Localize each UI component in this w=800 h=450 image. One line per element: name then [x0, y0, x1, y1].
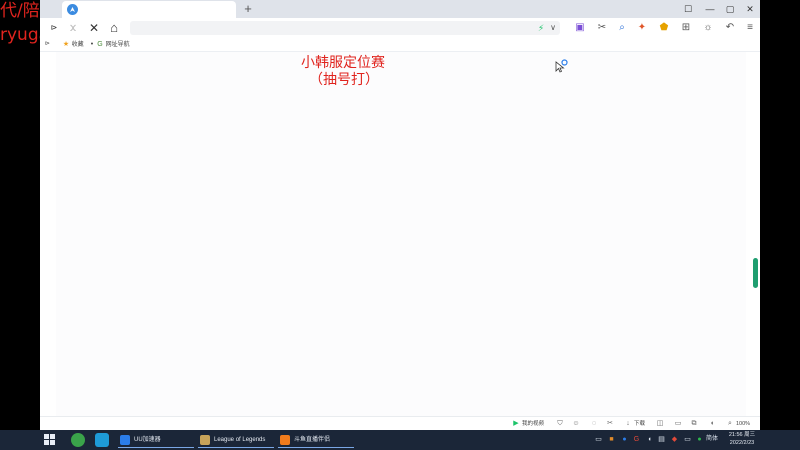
- bookmarks-bar: ⊳ ★ 收藏 • G 网址导航: [40, 38, 760, 52]
- bookmarks-toggle-icon[interactable]: ⊳: [45, 38, 50, 51]
- tab-strip: + ☐ — ▢ ✕: [40, 0, 760, 18]
- sidebar-toggle-icon[interactable]: ⊳: [46, 20, 62, 36]
- shield-icon[interactable]: ⬟: [656, 21, 672, 35]
- extension-purple-icon[interactable]: ▣: [572, 21, 588, 35]
- scissors-icon[interactable]: ✂: [594, 21, 610, 35]
- smiley-icon[interactable]: ☺: [572, 420, 580, 428]
- wechat-tray-icon[interactable]: ●: [695, 435, 704, 444]
- taskbar-app-label: League of Legends: [214, 437, 266, 443]
- scrollbar-thumb[interactable]: [753, 258, 758, 288]
- address-bar[interactable]: ⚡ ∨: [130, 21, 560, 35]
- navigation-favicon-icon: [67, 4, 78, 15]
- new-tab-button[interactable]: +: [240, 1, 256, 17]
- maximize-button[interactable]: ▢: [722, 2, 738, 16]
- upload-app-icon[interactable]: [71, 433, 85, 447]
- minimize-button[interactable]: —: [702, 2, 718, 16]
- undo-icon[interactable]: ↶: [722, 21, 738, 35]
- game-controller-icon[interactable]: ✦: [634, 21, 650, 35]
- bookmark-label: 网址导航: [105, 42, 130, 48]
- menu-icon[interactable]: ≡: [742, 21, 758, 35]
- chat-icon[interactable]: ◌: [590, 420, 598, 428]
- search-icon[interactable]: ⌕: [614, 21, 630, 35]
- close-window-button[interactable]: ✕: [742, 2, 758, 16]
- taskbar: UU加速器 League of Legends 斗鱼直播伴侣 ▭ ■ ● G ◖…: [0, 430, 800, 450]
- running-indicator: [118, 447, 194, 448]
- taskbar-app-uu[interactable]: UU加速器: [118, 432, 194, 448]
- keyboard-tray-icon[interactable]: ▭: [594, 435, 603, 444]
- running-indicator: [278, 447, 354, 448]
- league-of-legends-icon: [200, 435, 210, 445]
- stop-loading-button[interactable]: ✕: [86, 20, 102, 36]
- page-canvas: 小韩服定位赛 （抽号打）: [56, 52, 746, 416]
- dot-icon: •: [90, 41, 94, 48]
- download-icon[interactable]: ↓: [624, 420, 632, 428]
- chrome-tray-icon[interactable]: G: [632, 435, 641, 444]
- g-icon: G: [97, 41, 103, 48]
- scissors-status-icon[interactable]: ✂: [606, 420, 614, 428]
- system-clock[interactable]: 21:56 周三 2022/2/23: [722, 431, 762, 447]
- zoom-icon[interactable]: ⌕: [726, 420, 734, 428]
- forward-button[interactable]: ›: [64, 20, 80, 36]
- copy-icon[interactable]: ⧉: [690, 420, 698, 428]
- video-icon[interactable]: ▶: [512, 420, 520, 428]
- bookmark-favorites[interactable]: ★ 收藏: [62, 38, 84, 51]
- chevron-down-icon[interactable]: ∨: [548, 22, 558, 34]
- bag-icon[interactable]: ◫: [656, 420, 664, 428]
- ime-indicator[interactable]: 简体: [705, 435, 719, 444]
- bookmark-dot[interactable]: •: [88, 38, 96, 51]
- page-content: 小韩服定位赛 （抽号打）: [40, 52, 760, 416]
- zoom-level[interactable]: 100%: [736, 417, 750, 431]
- shield-status-icon[interactable]: ⛉: [556, 420, 564, 428]
- bookmark-navigation[interactable]: G 网址导航: [96, 38, 130, 51]
- speaker-icon[interactable]: ◖: [708, 420, 716, 428]
- navigation-bar: ⊳ ‹ › ✕ ⌂ ⚡ ∨ ▣ ✂ ⌕ ✦ ⬟ ⊞ ☼ ↶ ≡: [40, 18, 760, 38]
- home-button[interactable]: ⌂: [106, 20, 122, 36]
- screen-tray-icon[interactable]: ▭: [683, 435, 692, 444]
- status-bar: ▶ 我的视频 ⛉ ☺ ◌ ✂ ↓ 下载 ◫ ▭ ⧉ ◖ ⌕ 100%: [40, 416, 760, 431]
- pin-window-icon[interactable]: ☐: [680, 2, 696, 16]
- blue-tray-icon[interactable]: ●: [620, 435, 629, 444]
- taskbar-app-douyu[interactable]: 斗鱼直播伴侣: [278, 432, 354, 448]
- mouse-cursor-icon: [555, 59, 568, 73]
- network-tray-icon[interactable]: ▤: [657, 435, 666, 444]
- clock-date: 2022/2/23: [729, 440, 755, 446]
- star-icon: ★: [62, 41, 70, 48]
- running-indicator: [198, 447, 274, 448]
- douyu-icon: [280, 435, 290, 445]
- window-icon[interactable]: ▭: [674, 420, 682, 428]
- promo-text-subtitle: （抽号打）: [309, 72, 379, 88]
- bookmark-label: 收藏: [71, 42, 84, 48]
- video-player-icon[interactable]: [95, 433, 109, 447]
- red-tray-icon[interactable]: ◆: [670, 435, 679, 444]
- clock-time: 21:56 周三: [728, 432, 756, 438]
- browser-window: + ☐ — ▢ ✕ ⊳ ‹ › ✕ ⌂ ⚡ ∨ ▣ ✂ ⌕ ✦ ⬟ ⊞ ☼ ↶ …: [40, 0, 760, 431]
- taskbar-app-lol[interactable]: League of Legends: [198, 432, 274, 448]
- orange-tray-icon[interactable]: ■: [607, 435, 616, 444]
- active-tab[interactable]: [62, 1, 236, 18]
- my-video-link[interactable]: 我的视频: [522, 417, 544, 431]
- taskbar-app-label: 斗鱼直播伴侣: [294, 437, 331, 443]
- download-link[interactable]: 下载: [634, 417, 645, 431]
- taskbar-app-label: UU加速器: [134, 437, 161, 443]
- theme-sun-icon[interactable]: ☼: [700, 21, 716, 35]
- uu-accelerator-icon: [120, 435, 130, 445]
- lightning-icon[interactable]: ⚡: [536, 22, 546, 34]
- grid-apps-icon[interactable]: ⊞: [678, 21, 694, 35]
- speaker-tray-icon[interactable]: ◖: [645, 435, 654, 444]
- windows-start-icon[interactable]: [44, 434, 56, 446]
